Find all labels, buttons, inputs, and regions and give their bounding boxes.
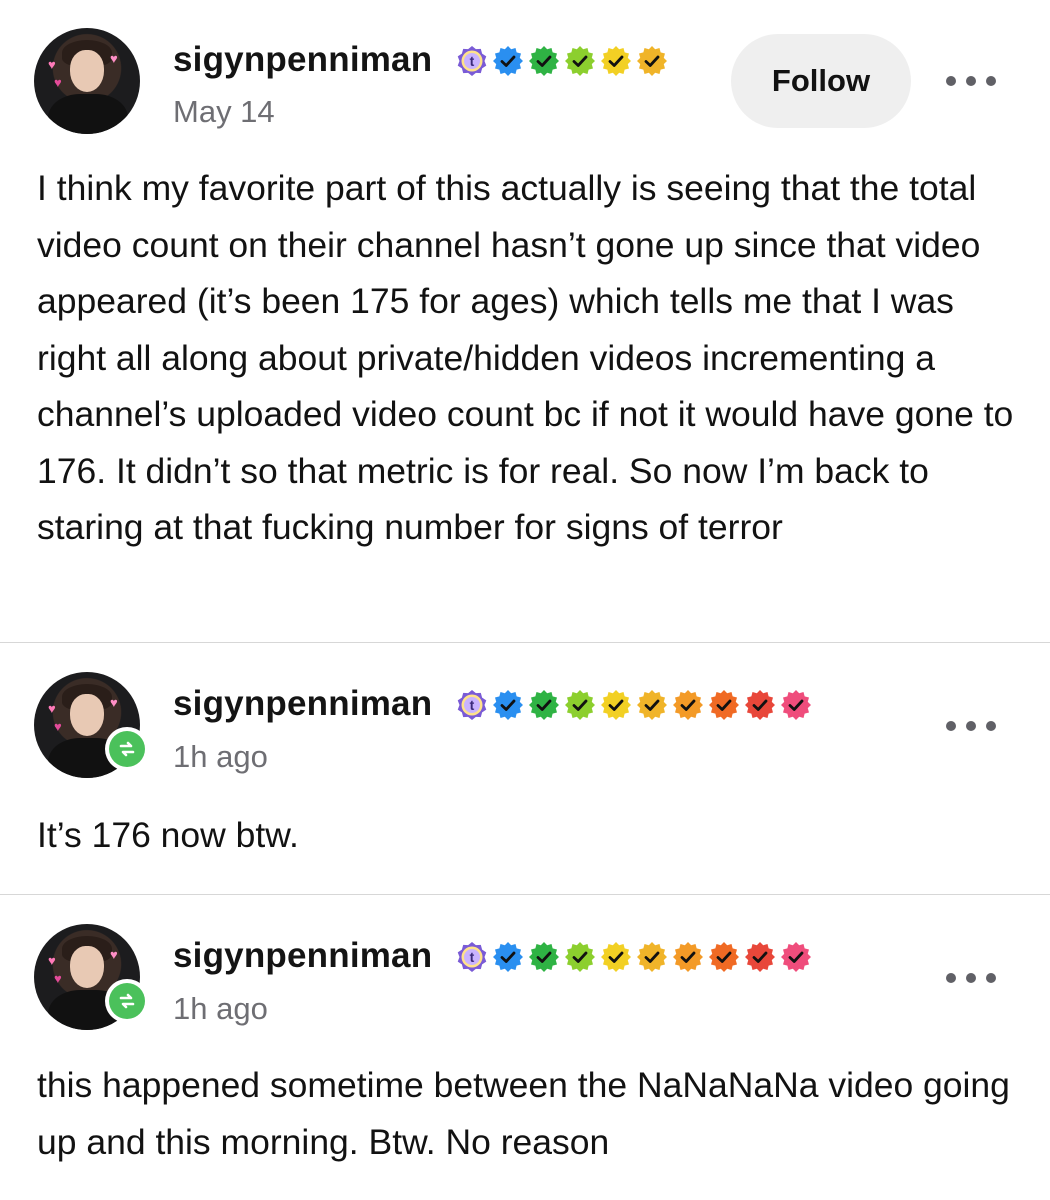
reblog-icon	[105, 979, 149, 1023]
heart-icon: ♥	[48, 57, 56, 72]
heart-icon: ♥	[110, 695, 118, 710]
lime-check-icon[interactable]	[564, 45, 596, 77]
avatar-body	[48, 94, 128, 134]
heart-icon: ♥	[54, 971, 62, 986]
svg-text:t: t	[470, 949, 475, 965]
timestamp[interactable]: 1h ago	[173, 991, 268, 1027]
orange-check-icon[interactable]	[672, 941, 704, 973]
post-body: I think my favorite part of this actuall…	[37, 168, 1014, 547]
red-check-icon[interactable]	[744, 941, 776, 973]
red-check-icon[interactable]	[744, 689, 776, 721]
tumblr-badge-icon[interactable]: t	[456, 45, 488, 77]
yellow-check-icon[interactable]	[600, 689, 632, 721]
username[interactable]: sigynpenniman	[173, 936, 432, 976]
yellow-check-icon[interactable]	[600, 45, 632, 77]
dark-orange-check-icon[interactable]	[708, 689, 740, 721]
post-reblog: ♥ ♥ ♥ sigynpenniman t 1h ago It’s 176 no…	[0, 643, 1050, 895]
post-original: ♥ ♥ ♥ sigynpenniman t May 14 Follow I th…	[0, 0, 1050, 642]
gold-check-icon[interactable]	[636, 689, 668, 721]
more-options-icon[interactable]	[946, 719, 996, 733]
username[interactable]: sigynpenniman	[173, 40, 432, 80]
tumblr-badge-icon[interactable]: t	[456, 941, 488, 973]
blue-check-icon[interactable]	[492, 689, 524, 721]
avatar[interactable]: ♥ ♥ ♥	[34, 28, 140, 134]
blue-check-icon[interactable]	[492, 941, 524, 973]
heart-icon: ♥	[48, 701, 56, 716]
badge-row: t	[456, 45, 668, 77]
timestamp[interactable]: May 14	[173, 94, 275, 130]
more-options-icon[interactable]	[946, 74, 996, 88]
post-reblog: ♥ ♥ ♥ sigynpenniman t 1h ago this happen…	[0, 895, 1050, 1200]
avatar-face	[70, 694, 104, 736]
badge-row: t	[456, 941, 812, 973]
heart-icon: ♥	[110, 51, 118, 66]
green-check-icon[interactable]	[528, 941, 560, 973]
pink-check-icon[interactable]	[780, 941, 812, 973]
svg-text:t: t	[470, 697, 475, 713]
green-check-icon[interactable]	[528, 45, 560, 77]
timestamp[interactable]: 1h ago	[173, 739, 268, 775]
lime-check-icon[interactable]	[564, 941, 596, 973]
heart-icon: ♥	[110, 947, 118, 962]
post-body: this happened sometime between the NaNaN…	[37, 1065, 1010, 1162]
follow-button[interactable]: Follow	[731, 34, 911, 128]
heart-icon: ♥	[54, 75, 62, 90]
pink-check-icon[interactable]	[780, 689, 812, 721]
blue-check-icon[interactable]	[492, 45, 524, 77]
avatar-face	[70, 50, 104, 92]
orange-check-icon[interactable]	[672, 689, 704, 721]
green-check-icon[interactable]	[528, 689, 560, 721]
avatar-face	[70, 946, 104, 988]
more-options-icon[interactable]	[946, 971, 996, 985]
yellow-check-icon[interactable]	[600, 941, 632, 973]
reblog-icon	[105, 727, 149, 771]
badge-row: t	[456, 689, 812, 721]
post-body: It’s 176 now btw.	[37, 815, 299, 855]
lime-check-icon[interactable]	[564, 689, 596, 721]
svg-text:t: t	[470, 53, 475, 69]
gold-check-icon[interactable]	[636, 941, 668, 973]
tumblr-badge-icon[interactable]: t	[456, 689, 488, 721]
heart-icon: ♥	[48, 953, 56, 968]
dark-orange-check-icon[interactable]	[708, 941, 740, 973]
gold-check-icon[interactable]	[636, 45, 668, 77]
username[interactable]: sigynpenniman	[173, 684, 432, 724]
heart-icon: ♥	[54, 719, 62, 734]
